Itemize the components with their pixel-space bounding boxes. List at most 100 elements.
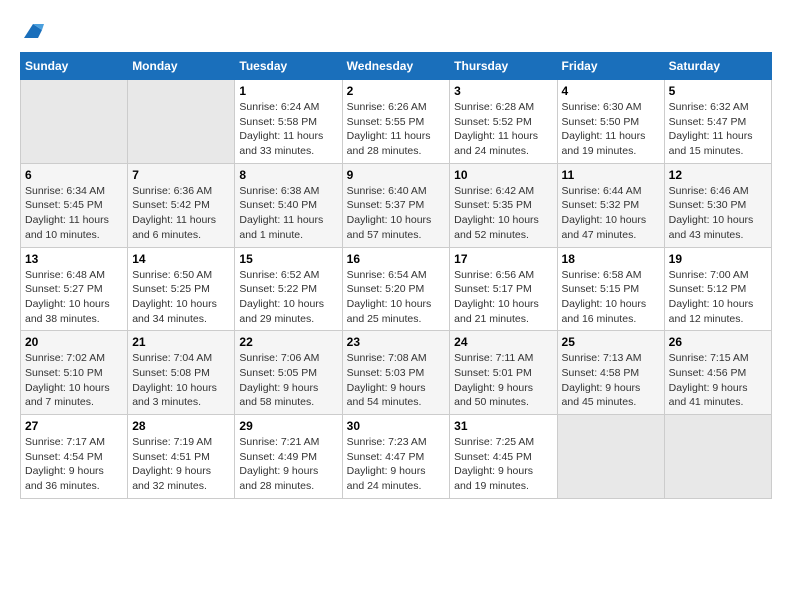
calendar-cell: 21 Sunrise: 7:04 AMSunset: 5:08 PMDaylig… xyxy=(128,331,235,415)
calendar-cell: 17 Sunrise: 6:56 AMSunset: 5:17 PMDaylig… xyxy=(450,247,557,331)
calendar-cell: 12 Sunrise: 6:46 AMSunset: 5:30 PMDaylig… xyxy=(664,163,771,247)
day-number: 23 xyxy=(347,335,446,349)
logo-icon xyxy=(22,20,44,42)
day-number: 30 xyxy=(347,419,446,433)
calendar-cell: 6 Sunrise: 6:34 AMSunset: 5:45 PMDayligh… xyxy=(21,163,128,247)
day-number: 18 xyxy=(562,252,660,266)
day-detail: Sunrise: 6:50 AMSunset: 5:25 PMDaylight:… xyxy=(132,269,217,325)
day-detail: Sunrise: 6:26 AMSunset: 5:55 PMDaylight:… xyxy=(347,101,431,157)
calendar-cell: 14 Sunrise: 6:50 AMSunset: 5:25 PMDaylig… xyxy=(128,247,235,331)
calendar-cell: 5 Sunrise: 6:32 AMSunset: 5:47 PMDayligh… xyxy=(664,80,771,164)
day-detail: Sunrise: 6:40 AMSunset: 5:37 PMDaylight:… xyxy=(347,185,432,241)
calendar-cell: 29 Sunrise: 7:21 AMSunset: 4:49 PMDaylig… xyxy=(235,415,342,499)
calendar-cell: 2 Sunrise: 6:26 AMSunset: 5:55 PMDayligh… xyxy=(342,80,450,164)
calendar-cell: 13 Sunrise: 6:48 AMSunset: 5:27 PMDaylig… xyxy=(21,247,128,331)
weekday-header-wednesday: Wednesday xyxy=(342,53,450,80)
day-number: 12 xyxy=(669,168,767,182)
day-number: 22 xyxy=(239,335,337,349)
day-number: 11 xyxy=(562,168,660,182)
weekday-header-friday: Friday xyxy=(557,53,664,80)
day-number: 26 xyxy=(669,335,767,349)
day-detail: Sunrise: 6:32 AMSunset: 5:47 PMDaylight:… xyxy=(669,101,753,157)
calendar-cell: 3 Sunrise: 6:28 AMSunset: 5:52 PMDayligh… xyxy=(450,80,557,164)
day-number: 31 xyxy=(454,419,552,433)
day-number: 24 xyxy=(454,335,552,349)
day-number: 4 xyxy=(562,84,660,98)
day-detail: Sunrise: 6:24 AMSunset: 5:58 PMDaylight:… xyxy=(239,101,323,157)
calendar-week-row: 20 Sunrise: 7:02 AMSunset: 5:10 PMDaylig… xyxy=(21,331,772,415)
weekday-header-row: SundayMondayTuesdayWednesdayThursdayFrid… xyxy=(21,53,772,80)
calendar-cell: 24 Sunrise: 7:11 AMSunset: 5:01 PMDaylig… xyxy=(450,331,557,415)
day-detail: Sunrise: 7:19 AMSunset: 4:51 PMDaylight:… xyxy=(132,436,212,492)
calendar-cell xyxy=(128,80,235,164)
day-number: 29 xyxy=(239,419,337,433)
day-number: 15 xyxy=(239,252,337,266)
calendar-cell xyxy=(21,80,128,164)
day-number: 17 xyxy=(454,252,552,266)
weekday-header-monday: Monday xyxy=(128,53,235,80)
day-number: 8 xyxy=(239,168,337,182)
calendar-cell: 22 Sunrise: 7:06 AMSunset: 5:05 PMDaylig… xyxy=(235,331,342,415)
day-detail: Sunrise: 6:42 AMSunset: 5:35 PMDaylight:… xyxy=(454,185,539,241)
page-header xyxy=(20,20,772,42)
day-detail: Sunrise: 7:06 AMSunset: 5:05 PMDaylight:… xyxy=(239,352,319,408)
day-detail: Sunrise: 6:38 AMSunset: 5:40 PMDaylight:… xyxy=(239,185,323,241)
day-number: 6 xyxy=(25,168,123,182)
calendar-cell: 26 Sunrise: 7:15 AMSunset: 4:56 PMDaylig… xyxy=(664,331,771,415)
day-detail: Sunrise: 6:36 AMSunset: 5:42 PMDaylight:… xyxy=(132,185,216,241)
day-number: 16 xyxy=(347,252,446,266)
day-number: 27 xyxy=(25,419,123,433)
calendar-cell: 19 Sunrise: 7:00 AMSunset: 5:12 PMDaylig… xyxy=(664,247,771,331)
day-number: 14 xyxy=(132,252,230,266)
day-detail: Sunrise: 6:44 AMSunset: 5:32 PMDaylight:… xyxy=(562,185,647,241)
day-number: 28 xyxy=(132,419,230,433)
day-detail: Sunrise: 7:17 AMSunset: 4:54 PMDaylight:… xyxy=(25,436,105,492)
day-detail: Sunrise: 7:13 AMSunset: 4:58 PMDaylight:… xyxy=(562,352,642,408)
day-number: 10 xyxy=(454,168,552,182)
day-number: 25 xyxy=(562,335,660,349)
day-detail: Sunrise: 6:58 AMSunset: 5:15 PMDaylight:… xyxy=(562,269,647,325)
day-detail: Sunrise: 7:15 AMSunset: 4:56 PMDaylight:… xyxy=(669,352,749,408)
day-detail: Sunrise: 6:30 AMSunset: 5:50 PMDaylight:… xyxy=(562,101,646,157)
calendar-cell: 1 Sunrise: 6:24 AMSunset: 5:58 PMDayligh… xyxy=(235,80,342,164)
day-number: 9 xyxy=(347,168,446,182)
calendar-week-row: 1 Sunrise: 6:24 AMSunset: 5:58 PMDayligh… xyxy=(21,80,772,164)
calendar-week-row: 13 Sunrise: 6:48 AMSunset: 5:27 PMDaylig… xyxy=(21,247,772,331)
calendar-table: SundayMondayTuesdayWednesdayThursdayFrid… xyxy=(20,52,772,499)
day-number: 19 xyxy=(669,252,767,266)
calendar-cell xyxy=(557,415,664,499)
day-detail: Sunrise: 7:08 AMSunset: 5:03 PMDaylight:… xyxy=(347,352,427,408)
calendar-cell: 31 Sunrise: 7:25 AMSunset: 4:45 PMDaylig… xyxy=(450,415,557,499)
day-number: 7 xyxy=(132,168,230,182)
weekday-header-thursday: Thursday xyxy=(450,53,557,80)
calendar-cell: 8 Sunrise: 6:38 AMSunset: 5:40 PMDayligh… xyxy=(235,163,342,247)
day-number: 20 xyxy=(25,335,123,349)
day-detail: Sunrise: 7:11 AMSunset: 5:01 PMDaylight:… xyxy=(454,352,533,408)
weekday-header-saturday: Saturday xyxy=(664,53,771,80)
day-detail: Sunrise: 6:56 AMSunset: 5:17 PMDaylight:… xyxy=(454,269,539,325)
calendar-cell: 27 Sunrise: 7:17 AMSunset: 4:54 PMDaylig… xyxy=(21,415,128,499)
day-number: 3 xyxy=(454,84,552,98)
calendar-cell: 30 Sunrise: 7:23 AMSunset: 4:47 PMDaylig… xyxy=(342,415,450,499)
day-detail: Sunrise: 7:02 AMSunset: 5:10 PMDaylight:… xyxy=(25,352,110,408)
calendar-cell: 15 Sunrise: 6:52 AMSunset: 5:22 PMDaylig… xyxy=(235,247,342,331)
calendar-cell xyxy=(664,415,771,499)
day-number: 13 xyxy=(25,252,123,266)
day-detail: Sunrise: 6:52 AMSunset: 5:22 PMDaylight:… xyxy=(239,269,324,325)
day-detail: Sunrise: 7:00 AMSunset: 5:12 PMDaylight:… xyxy=(669,269,754,325)
weekday-header-sunday: Sunday xyxy=(21,53,128,80)
calendar-cell: 9 Sunrise: 6:40 AMSunset: 5:37 PMDayligh… xyxy=(342,163,450,247)
calendar-cell: 10 Sunrise: 6:42 AMSunset: 5:35 PMDaylig… xyxy=(450,163,557,247)
logo xyxy=(20,20,44,42)
calendar-cell: 18 Sunrise: 6:58 AMSunset: 5:15 PMDaylig… xyxy=(557,247,664,331)
day-number: 1 xyxy=(239,84,337,98)
calendar-cell: 23 Sunrise: 7:08 AMSunset: 5:03 PMDaylig… xyxy=(342,331,450,415)
day-detail: Sunrise: 6:46 AMSunset: 5:30 PMDaylight:… xyxy=(669,185,754,241)
day-detail: Sunrise: 6:28 AMSunset: 5:52 PMDaylight:… xyxy=(454,101,538,157)
day-detail: Sunrise: 6:48 AMSunset: 5:27 PMDaylight:… xyxy=(25,269,110,325)
day-detail: Sunrise: 7:04 AMSunset: 5:08 PMDaylight:… xyxy=(132,352,217,408)
calendar-cell: 28 Sunrise: 7:19 AMSunset: 4:51 PMDaylig… xyxy=(128,415,235,499)
calendar-week-row: 6 Sunrise: 6:34 AMSunset: 5:45 PMDayligh… xyxy=(21,163,772,247)
day-number: 21 xyxy=(132,335,230,349)
day-detail: Sunrise: 6:34 AMSunset: 5:45 PMDaylight:… xyxy=(25,185,109,241)
